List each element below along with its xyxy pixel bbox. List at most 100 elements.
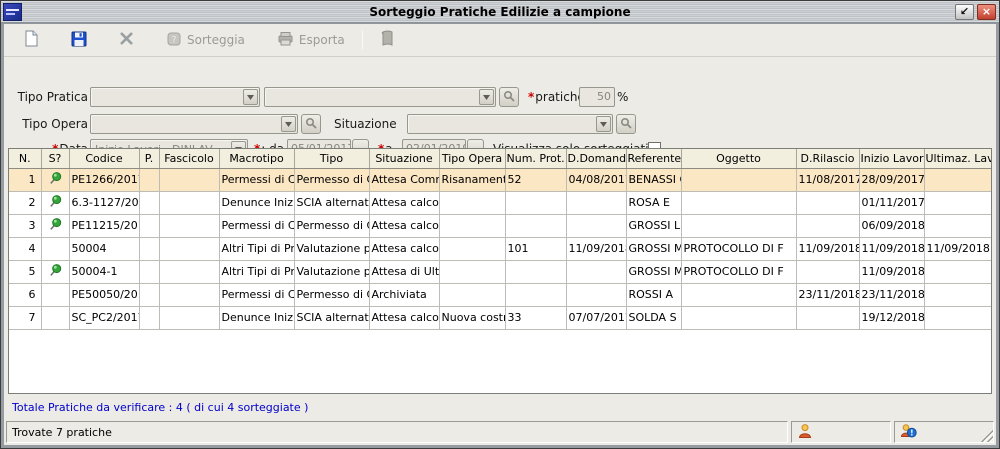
cell-num_prot[interactable]	[505, 191, 566, 214]
cell-referente[interactable]: ROSA E	[626, 191, 681, 214]
cell-d_rilascio[interactable]	[796, 306, 859, 329]
cell-d_rilascio[interactable]	[796, 191, 859, 214]
user-panel[interactable]	[791, 421, 891, 443]
cell-ultimaz_lav[interactable]	[924, 214, 991, 237]
column-header-n[interactable]: N.	[9, 149, 41, 168]
tipo-opera-search-button[interactable]	[301, 114, 321, 134]
cell-p[interactable]	[139, 214, 159, 237]
table-row[interactable]: 6PE50050/2018Permessi di CosPermesso di …	[9, 283, 991, 306]
cell-tipo_opera[interactable]	[439, 237, 505, 260]
cell-macrotipo[interactable]: Altri Tipi di Prat	[219, 237, 294, 260]
cell-ultimaz_lav[interactable]	[924, 191, 991, 214]
cell-tipo[interactable]: SCIA alternativ	[294, 306, 369, 329]
cell-inizio_lavori[interactable]: 11/09/2018	[859, 237, 924, 260]
resize-grip[interactable]	[981, 430, 993, 442]
column-header-macrotipo[interactable]: Macrotipo	[219, 149, 294, 168]
cell-oggetto[interactable]	[681, 214, 796, 237]
cell-d_rilascio[interactable]: 11/09/2018	[796, 237, 859, 260]
cell-num_prot[interactable]: 52	[505, 168, 566, 191]
chevron-down-icon[interactable]	[596, 116, 611, 132]
cell-n[interactable]: 4	[9, 237, 41, 260]
cell-ultimaz_lav[interactable]	[924, 260, 991, 283]
column-header-tipo-opera[interactable]: Tipo Opera	[439, 149, 505, 168]
cell-d_domanda[interactable]: 11/09/2018	[566, 237, 626, 260]
restore-window-button[interactable]: ↙	[955, 4, 974, 20]
chevron-down-icon[interactable]	[479, 89, 494, 105]
cell-inizio_lavori[interactable]: 23/11/2018	[859, 283, 924, 306]
cell-oggetto[interactable]	[681, 191, 796, 214]
sorteggiata-pin-icon[interactable]	[41, 191, 69, 214]
cell-situazione[interactable]: Attesa calcolo	[369, 191, 439, 214]
column-header-d-domanda[interactable]: D.Domanda	[566, 149, 626, 168]
sorteggiata-pin-icon[interactable]	[41, 260, 69, 283]
cell-tipo_opera[interactable]	[439, 191, 505, 214]
cell-referente[interactable]: BENASSI G	[626, 168, 681, 191]
cell-p[interactable]	[139, 260, 159, 283]
table-row[interactable]: 450004Altri Tipi di PratValutazione preA…	[9, 237, 991, 260]
cell-tipo_opera[interactable]	[439, 260, 505, 283]
cell-oggetto[interactable]	[681, 306, 796, 329]
cell-s[interactable]	[41, 237, 69, 260]
cell-d_rilascio[interactable]: 23/11/2018	[796, 283, 859, 306]
cell-fascicolo[interactable]	[159, 191, 219, 214]
tipo-pratica-select[interactable]	[90, 87, 260, 107]
column-header-p[interactable]: P.	[139, 149, 159, 168]
column-header-d-rilascio[interactable]: D.Rilascio	[796, 149, 859, 168]
cell-codice[interactable]: PE11215/2018	[69, 214, 139, 237]
cell-tipo[interactable]: Permesso di Co	[294, 214, 369, 237]
cell-p[interactable]	[139, 306, 159, 329]
column-header-referente[interactable]: Referente	[626, 149, 681, 168]
title-bar[interactable]: Sorteggio Pratiche Edilizie a campione ↙…	[1, 1, 999, 23]
cell-n[interactable]: 3	[9, 214, 41, 237]
cell-num_prot[interactable]: 101	[505, 237, 566, 260]
chevron-down-icon[interactable]	[281, 116, 296, 132]
cell-p[interactable]	[139, 191, 159, 214]
cell-tipo_opera[interactable]	[439, 214, 505, 237]
cell-situazione[interactable]: Attesa Commis	[369, 168, 439, 191]
table-row[interactable]: 550004-1Altri Tipi di PratValutazione pr…	[9, 260, 991, 283]
cell-macrotipo[interactable]: Permessi di Cos	[219, 283, 294, 306]
column-header-codice[interactable]: Codice	[69, 149, 139, 168]
cell-fascicolo[interactable]	[159, 283, 219, 306]
cell-codice[interactable]: PE50050/2018	[69, 283, 139, 306]
cell-codice[interactable]: SC_PC2/2017	[69, 306, 139, 329]
cell-num_prot[interactable]: 33	[505, 306, 566, 329]
save-button[interactable]	[64, 27, 94, 54]
cell-tipo_opera[interactable]: Nuova costruzi	[439, 306, 505, 329]
table-row[interactable]: 26.3-1127/2017Denunce InizioSCIA alterna…	[9, 191, 991, 214]
cell-s[interactable]	[41, 283, 69, 306]
cell-inizio_lavori[interactable]: 19/12/2018	[859, 306, 924, 329]
cell-oggetto[interactable]	[681, 283, 796, 306]
cell-n[interactable]: 2	[9, 191, 41, 214]
column-header-oggetto[interactable]: Oggetto	[681, 149, 796, 168]
cell-oggetto[interactable]	[681, 168, 796, 191]
cell-codice[interactable]: 6.3-1127/2017	[69, 191, 139, 214]
cell-ultimaz_lav[interactable]	[924, 306, 991, 329]
table-row[interactable]: 1PE1266/2017Permessi di CosPermesso di C…	[9, 168, 991, 191]
situazione-search-button[interactable]	[616, 114, 636, 134]
cell-s[interactable]	[41, 306, 69, 329]
cell-fascicolo[interactable]	[159, 168, 219, 191]
cell-tipo[interactable]: Permesso di Co	[294, 283, 369, 306]
cell-referente[interactable]: GROSSI M	[626, 237, 681, 260]
cell-inizio_lavori[interactable]: 06/09/2018	[859, 214, 924, 237]
cell-codice[interactable]: 50004-1	[69, 260, 139, 283]
cell-num_prot[interactable]	[505, 214, 566, 237]
cell-macrotipo[interactable]: Permessi di Cos	[219, 214, 294, 237]
cell-num_prot[interactable]	[505, 283, 566, 306]
column-header-situazione[interactable]: Situazione	[369, 149, 439, 168]
new-button[interactable]	[16, 26, 46, 54]
cell-ultimaz_lav[interactable]: 11/09/2018	[924, 237, 991, 260]
situazione-select[interactable]	[407, 114, 613, 134]
cell-fascicolo[interactable]	[159, 237, 219, 260]
column-header-fascicolo[interactable]: Fascicolo	[159, 149, 219, 168]
cell-macrotipo[interactable]: Denunce Inizio	[219, 306, 294, 329]
cell-situazione[interactable]: Attesa calcolo	[369, 306, 439, 329]
cell-tipo_opera[interactable]: Risanamento c	[439, 168, 505, 191]
chevron-down-icon[interactable]	[243, 89, 258, 105]
column-header-ultimaz-lav[interactable]: Ultimaz. Lav.	[924, 149, 991, 168]
pratiche-percent-input[interactable]: 50	[579, 87, 615, 107]
cell-inizio_lavori[interactable]: 11/09/2018	[859, 260, 924, 283]
tipo-opera-select[interactable]	[90, 114, 298, 134]
cell-tipo[interactable]: Valutazione pre	[294, 260, 369, 283]
